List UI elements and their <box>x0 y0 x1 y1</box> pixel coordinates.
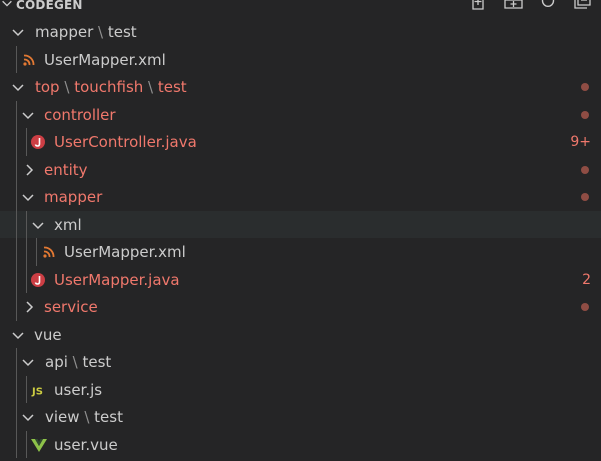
collapse-all-icon[interactable] <box>571 0 593 12</box>
problem-dot <box>581 110 589 119</box>
path-separator: \ <box>67 353 83 371</box>
chevron-right-icon[interactable] <box>21 299 37 315</box>
path-segment: api <box>45 353 68 371</box>
indent-guide <box>16 265 17 293</box>
chevron-down-icon[interactable] <box>20 189 36 205</box>
tree-item-view-test[interactable]: view \ test <box>0 403 601 431</box>
tree-item-label: view \ test <box>45 407 123 427</box>
problem-dot <box>581 303 589 311</box>
tree-item-label: UserMapper.java <box>54 270 180 289</box>
tree-item-label: service <box>44 298 98 316</box>
tree-item-user-js[interactable]: JS user.js <box>0 375 601 403</box>
indent-guide <box>16 348 17 376</box>
problem-dot <box>581 193 589 201</box>
tree-item-mapper-test[interactable]: mapper \ test <box>0 18 601 46</box>
chevron-right-icon[interactable] <box>21 162 37 178</box>
tree-item-label: user.vue <box>54 435 118 454</box>
new-file-icon[interactable] <box>469 0 491 12</box>
problem-dot <box>581 83 589 91</box>
indent-guide <box>16 430 17 458</box>
path-segment: mapper <box>35 23 94 41</box>
indent-guide <box>16 293 17 321</box>
new-folder-icon[interactable] <box>503 0 525 12</box>
tree-item-label: entity <box>44 160 88 179</box>
tree-item-controller[interactable]: controller <box>0 100 601 128</box>
indent-guide <box>26 238 27 266</box>
path-segment: test <box>157 78 187 96</box>
path-separator: \ <box>143 78 158 96</box>
js-icon: JS <box>31 386 43 397</box>
indent-guide <box>26 128 27 156</box>
indent-guide <box>16 183 17 211</box>
problem-count-badge: 2 <box>582 271 591 288</box>
refresh-icon[interactable] <box>537 0 559 12</box>
file-tree: mapper \ test UserMapper.xml top \ touch… <box>0 18 601 458</box>
chevron-down-icon[interactable] <box>30 217 46 233</box>
tree-item-vue[interactable]: vue <box>0 321 601 349</box>
problem-count-badge: 9+ <box>570 134 591 150</box>
explorer-header: CODEGEN <box>0 0 601 14</box>
indent-guide <box>36 238 37 266</box>
tree-item-top-touchfish-test[interactable]: top \ touchfish \ test <box>0 73 601 101</box>
tree-item-label: xml <box>54 215 82 234</box>
explorer-title[interactable]: CODEGEN <box>16 0 83 12</box>
indent-guide <box>26 375 27 403</box>
chevron-down-icon[interactable] <box>10 327 26 343</box>
explorer-actions <box>469 0 593 12</box>
tree-item-label: api \ test <box>45 352 111 372</box>
path-segment: touchfish <box>74 78 144 96</box>
rss-icon <box>23 54 35 66</box>
path-segment: top <box>35 78 60 96</box>
indent-guide <box>16 403 17 431</box>
path-segment: test <box>82 353 112 371</box>
svg-text:JS: JS <box>31 386 43 397</box>
java-icon <box>31 135 45 149</box>
path-separator: \ <box>59 78 75 96</box>
tree-item-mapper[interactable]: mapper <box>0 183 601 211</box>
tree-item-label: UserMapper.xml <box>64 243 186 261</box>
tree-item-xml[interactable]: xml <box>0 210 601 238</box>
tree-item-label: vue <box>34 325 62 344</box>
rss-icon <box>43 246 55 258</box>
problem-dot <box>581 165 589 174</box>
indent-guide <box>16 45 17 73</box>
indent-guide <box>16 128 17 156</box>
tree-item-usercontroller-java[interactable]: UserController.java 9+ <box>0 128 601 156</box>
chevron-down-icon[interactable] <box>0 0 14 10</box>
indent-guide <box>16 375 17 403</box>
chevron-down-icon[interactable] <box>10 24 26 40</box>
path-separator: \ <box>93 23 108 41</box>
path-separator: \ <box>79 408 95 426</box>
path-segment: test <box>107 23 137 41</box>
tree-item-service[interactable]: service <box>0 293 601 321</box>
indent-guide <box>26 210 27 238</box>
tree-item-usermapper-xml-nested[interactable]: UserMapper.xml <box>0 238 601 266</box>
tree-item-usermapper-java[interactable]: UserMapper.java 2 <box>0 265 601 293</box>
indent-guide <box>16 155 17 183</box>
chevron-down-icon[interactable] <box>10 79 26 95</box>
tree-item-label: UserMapper.xml <box>44 50 166 69</box>
tree-item-label: user.js <box>54 380 103 399</box>
indent-guide <box>16 238 17 266</box>
indent-guide <box>16 210 17 238</box>
tree-item-entity[interactable]: entity <box>0 155 601 183</box>
tree-item-label: UserController.java <box>54 133 197 151</box>
tree-item-user-vue[interactable]: user.vue <box>0 430 601 458</box>
chevron-down-icon[interactable] <box>20 354 36 370</box>
indent-guide <box>26 430 27 458</box>
tree-item-label: controller <box>44 105 116 124</box>
path-segment: test <box>94 408 123 426</box>
indent-guide <box>26 265 27 293</box>
tree-item-usermapper-xml[interactable]: UserMapper.xml <box>0 45 601 73</box>
tree-item-label: mapper \ test <box>35 22 137 42</box>
path-segment: view <box>45 408 80 426</box>
chevron-down-icon[interactable] <box>20 107 36 123</box>
tree-item-api-test[interactable]: api \ test <box>0 348 601 376</box>
chevron-down-icon[interactable] <box>20 409 36 425</box>
tree-item-label: top \ touchfish \ test <box>35 77 187 97</box>
indent-guide <box>16 100 17 128</box>
tree-item-label: mapper <box>44 188 103 206</box>
java-icon <box>31 272 45 287</box>
vue-icon <box>31 438 47 452</box>
